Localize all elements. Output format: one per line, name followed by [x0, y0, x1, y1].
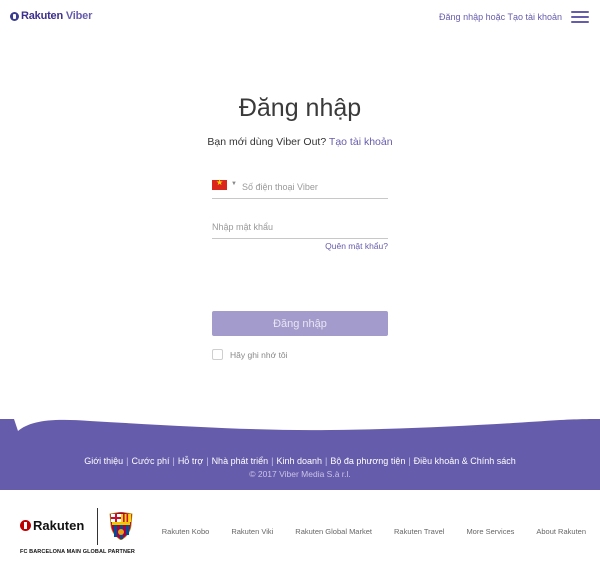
footer-links: Giới thiệu | Cước phí | Hỗ trợ | Nhà phát triể… [84, 456, 516, 466]
rakuten-mark-icon [10, 11, 19, 21]
remember-checkbox[interactable] [212, 349, 223, 360]
rakuten-bar: Rakuten FC BARCELONA MAIN GLOBAL PARTNER… [0, 490, 600, 577]
vietnam-flag-icon[interactable] [212, 178, 227, 190]
chevron-down-icon[interactable]: ▼ [231, 181, 237, 187]
rakuten-logo[interactable]: Rakuten [20, 518, 84, 533]
phone-input[interactable] [242, 176, 388, 198]
rakuten-link-global-market[interactable]: Rakuten Global Market [295, 527, 372, 536]
password-input[interactable] [212, 216, 388, 238]
signup-prompt-text: Bạn mới dùng Viber Out? [207, 136, 329, 148]
hamburger-menu-icon[interactable] [571, 11, 589, 23]
footer-link-business[interactable]: Kinh doanh [276, 456, 322, 466]
fc-barcelona-crest-icon[interactable] [109, 512, 133, 540]
rakuten-logo-text: Rakuten [33, 518, 85, 533]
footer-link-support[interactable]: Hỗ trợ [178, 456, 203, 466]
signup-link[interactable]: Tạo tài khoản [329, 136, 393, 148]
header-or-text: hoặc [483, 12, 508, 22]
remember-label: Hãy ghi nhớ tôi [230, 349, 288, 360]
footer-link-media-kit[interactable]: Bộ đa phương tiện [330, 456, 405, 466]
signup-prompt: Bạn mới dùng Viber Out? Tạo tài khoản [0, 136, 600, 148]
page-title: Đăng nhập [238, 94, 362, 122]
header-auth-links: Đăng nhập hoặc Tạo tài khoản [439, 12, 562, 22]
phone-field: ▼ [212, 176, 388, 199]
footer-link-terms[interactable]: Điều khoản & Chính sách [414, 456, 516, 466]
login-button[interactable]: Đăng nhập [212, 311, 388, 336]
header-signup-link[interactable]: Tạo tài khoản [507, 12, 562, 22]
rakuten-links: Rakuten Kobo Rakuten Viki Rakuten Global… [140, 527, 586, 536]
rakuten-r-icon [20, 520, 31, 531]
copyright: © 2017 Viber Media S.à r.l. [249, 469, 351, 479]
rakuten-link-more-services[interactable]: More Services [466, 527, 514, 536]
remember-me[interactable]: Hãy ghi nhớ tôi [212, 349, 288, 360]
logo-divider [97, 508, 98, 545]
rakuten-link-kobo[interactable]: Rakuten Kobo [162, 527, 210, 536]
password-field [212, 216, 388, 239]
footer-link-developers[interactable]: Nhà phát triển [212, 456, 269, 466]
rakuten-link-travel[interactable]: Rakuten Travel [394, 527, 444, 536]
viber-logo[interactable]: Rakuten Viber [10, 10, 92, 22]
logo-suffix: Viber [65, 10, 93, 22]
forgot-password-link[interactable]: Quên mật khẩu? [325, 241, 388, 251]
rakuten-link-about[interactable]: About Rakuten [536, 527, 586, 536]
header-login-link[interactable]: Đăng nhập [439, 12, 483, 22]
footer-link-pricing[interactable]: Cước phí [132, 456, 170, 466]
logo-prefix: Rakuten [21, 10, 63, 22]
footer-link-about[interactable]: Giới thiệu [84, 456, 123, 466]
partner-text: FC BARCELONA MAIN GLOBAL PARTNER [20, 549, 135, 555]
header: Rakuten Viber Đăng nhập hoặc Tạo tài kho… [0, 0, 600, 34]
rakuten-link-viki[interactable]: Rakuten Viki [231, 527, 273, 536]
